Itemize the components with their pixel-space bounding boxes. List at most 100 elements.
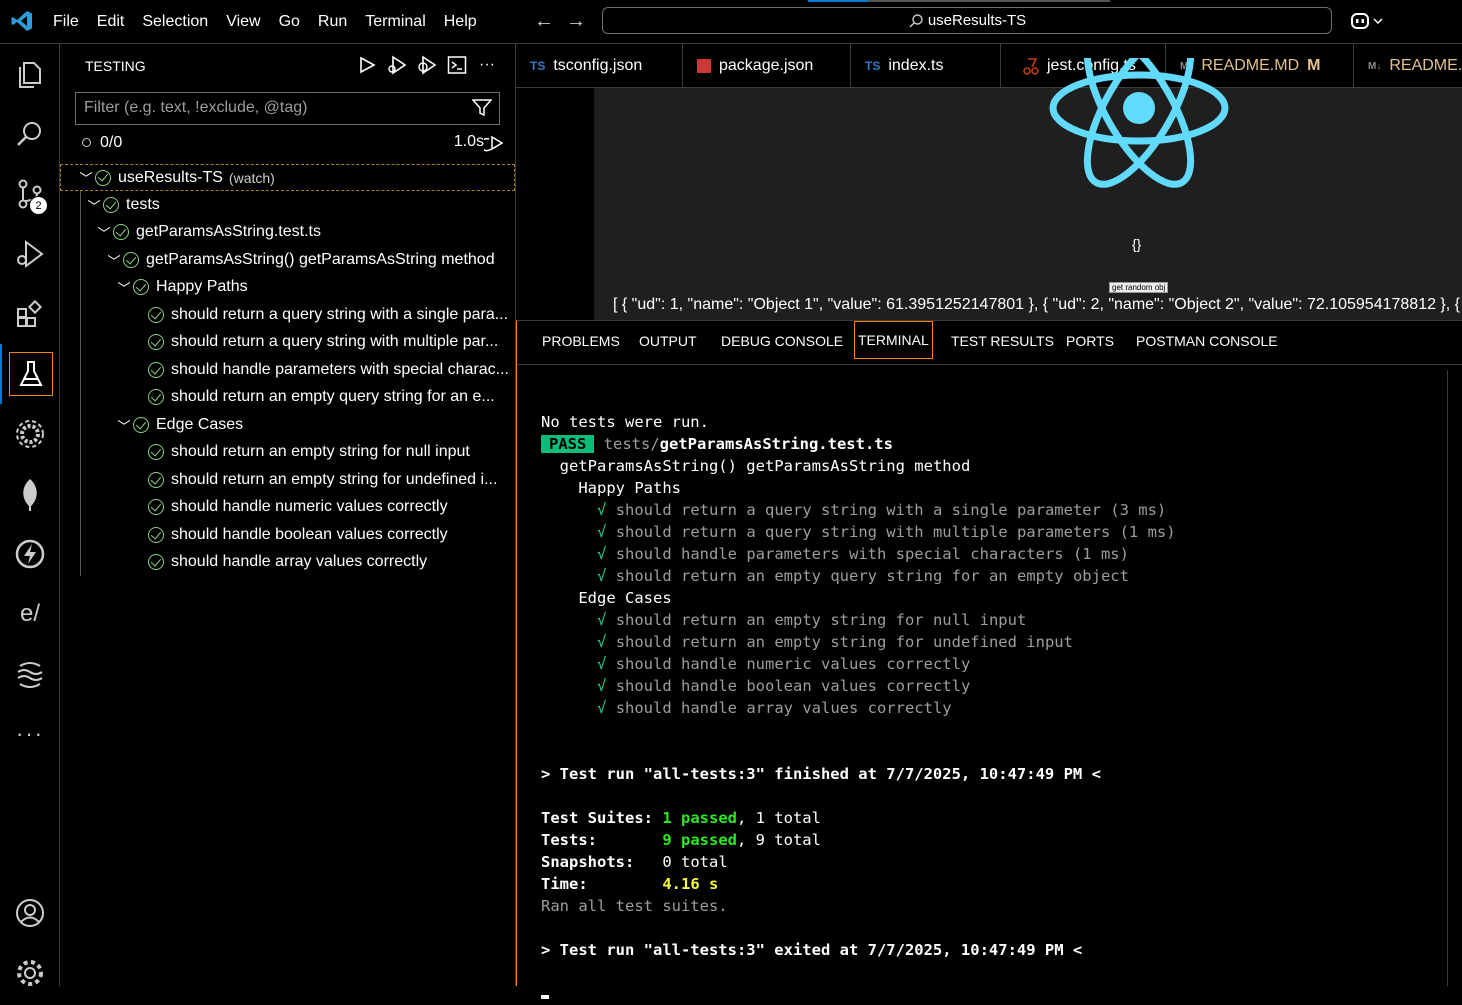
- rerun-icon[interactable]: [484, 133, 506, 153]
- tree-item-happy-paths[interactable]: ﹀ Happy Paths: [115, 274, 247, 300]
- settings-gear-icon[interactable]: [0, 943, 60, 1003]
- filter-placeholder: Filter (e.g. text, !exclude, @tag): [84, 99, 308, 116]
- test-duration: 1.0s: [453, 133, 484, 150]
- debug-tests-icon[interactable]: [386, 54, 408, 76]
- coverage-tests-icon[interactable]: [416, 54, 438, 76]
- test-filter-input[interactable]: Filter (e.g. text, !exclude, @tag): [75, 92, 500, 125]
- tree-item-describe[interactable]: ﹀ getParamsAsString() getParamsAsString …: [105, 247, 495, 273]
- tree-test-item[interactable]: should handle numeric values correctly: [148, 494, 448, 520]
- menu-terminal[interactable]: Terminal: [356, 13, 434, 31]
- modified-status: M: [1307, 57, 1321, 74]
- tab-output[interactable]: OUTPUT: [639, 333, 697, 349]
- chevron-down-icon[interactable]: ﹀: [105, 251, 123, 270]
- tree-test-item[interactable]: should return a query string with multip…: [148, 329, 498, 355]
- tree-item-edge-cases[interactable]: ﹀ Edge Cases: [115, 412, 243, 438]
- get-random-obj-button[interactable]: get random obj: [1109, 282, 1169, 293]
- tab-ports[interactable]: PORTS: [1066, 333, 1114, 349]
- menu-selection[interactable]: Selection: [133, 13, 217, 31]
- chevron-down-icon[interactable]: ﹀: [95, 223, 113, 242]
- passed-icon: [103, 197, 119, 213]
- watch-tag: (watch): [228, 169, 275, 186]
- more-icon[interactable]: ···: [0, 704, 60, 764]
- more-actions-icon[interactable]: ···: [476, 54, 498, 76]
- menu-file[interactable]: File: [44, 13, 88, 31]
- source-control-icon[interactable]: [0, 164, 60, 224]
- tree-test-item[interactable]: should handle parameters with special ch…: [148, 357, 509, 383]
- tree-test-item[interactable]: should return an empty string for null i…: [148, 439, 470, 465]
- tab-package-json[interactable]: npm package.json: [683, 44, 851, 88]
- result-line: should handle parameters with special ch…: [615, 545, 1129, 563]
- tree-item-test-file[interactable]: ﹀ getParamsAsString.test.ts: [95, 219, 320, 245]
- test-label: should return a query string with multip…: [171, 333, 499, 350]
- terminal-output-icon[interactable]: [446, 54, 468, 76]
- filter-icon[interactable]: [472, 99, 492, 117]
- tree-test-item[interactable]: should return a query string with a sing…: [148, 302, 508, 328]
- mongodb-leaf-icon[interactable]: [0, 464, 60, 524]
- tab-problems[interactable]: PROBLEMS: [542, 333, 620, 349]
- run-debug-icon[interactable]: [0, 224, 60, 284]
- chevron-down-icon[interactable]: ﹀: [115, 278, 133, 297]
- tree-describe-label: getParamsAsString() getParamsAsString me…: [146, 251, 495, 268]
- run-tests-icon[interactable]: [356, 54, 378, 76]
- no-tests-line: No tests were run.: [541, 413, 709, 431]
- explorer-icon[interactable]: [0, 44, 60, 104]
- tree-item-root[interactable]: ﹀ useResults-TS (watch): [60, 164, 515, 191]
- copilot-icon[interactable]: [1350, 11, 1384, 36]
- passed-icon: [133, 279, 149, 295]
- tree-test-item[interactable]: should return an empty query string for …: [148, 384, 495, 410]
- test-label: should handle parameters with special ch…: [171, 361, 509, 378]
- test-path-file: getParamsAsString.test.ts: [659, 435, 893, 453]
- menu-edit[interactable]: Edit: [88, 13, 134, 31]
- testing-icon[interactable]: [0, 344, 60, 404]
- tab-index-ts[interactable]: TS index.ts: [851, 44, 1001, 88]
- wave-icon[interactable]: [0, 644, 60, 704]
- tab-tsconfig[interactable]: TS tsconfig.json: [516, 44, 683, 88]
- tree-test-item[interactable]: should handle array values correctly: [148, 549, 427, 575]
- chevron-down-icon[interactable]: ﹀: [115, 416, 133, 435]
- menu-run[interactable]: Run: [309, 13, 356, 31]
- check-mark-icon: √: [597, 699, 607, 717]
- menu-view[interactable]: View: [217, 13, 269, 31]
- forward-arrow-icon[interactable]: →: [566, 10, 586, 33]
- thunder-client-icon[interactable]: [0, 524, 60, 584]
- command-center-search[interactable]: useResults-TS: [602, 7, 1332, 34]
- passed-icon: [148, 307, 164, 323]
- suites-label: Test Suites:: [541, 809, 653, 827]
- gear-burst-icon[interactable]: [0, 404, 60, 464]
- result-line: should return an empty string for null i…: [615, 611, 1027, 629]
- extensions-icon[interactable]: [0, 284, 60, 344]
- tab-terminal[interactable]: TERMINAL: [854, 321, 933, 359]
- menu-go[interactable]: Go: [270, 13, 309, 31]
- tab-debug-console[interactable]: DEBUG CONSOLE: [721, 333, 843, 349]
- tree-test-item[interactable]: should handle boolean values correctly: [148, 522, 448, 548]
- menu-help[interactable]: Help: [435, 13, 486, 31]
- test-label: should handle boolean values correctly: [171, 526, 448, 543]
- tree-test-item[interactable]: should return an empty string for undefi…: [148, 467, 497, 493]
- terminal-scrollbar[interactable]: [1447, 370, 1448, 986]
- edge-devtools-icon[interactable]: e/: [0, 584, 60, 644]
- passed-icon: [148, 472, 164, 488]
- account-icon[interactable]: [0, 883, 60, 943]
- search-icon[interactable]: [0, 104, 60, 164]
- exited-line: > Test run "all-tests:3" exited at 7/7/2…: [541, 941, 1083, 959]
- tree-item-tests-folder[interactable]: ﹀ tests: [85, 192, 159, 218]
- json-output: [ { "ud": 1, "name": "Object 1", "value"…: [613, 296, 1461, 313]
- tab-test-results[interactable]: TEST RESULTS: [951, 333, 1054, 349]
- passed-icon: [148, 554, 164, 570]
- check-mark-icon: √: [597, 501, 607, 519]
- terminal-output[interactable]: No tests were run. PASS tests/getParamsA…: [541, 411, 1176, 1005]
- chevron-down-icon[interactable]: ﹀: [77, 168, 95, 187]
- back-arrow-icon[interactable]: ←: [534, 10, 554, 33]
- passed-icon: [123, 252, 139, 268]
- test-count: 0/0: [100, 134, 123, 151]
- tab-postman-console[interactable]: POSTMAN CONSOLE: [1136, 333, 1278, 349]
- tests-total: , 9 total: [736, 831, 821, 849]
- passed-icon: [95, 169, 111, 186]
- chevron-down-icon[interactable]: ﹀: [85, 196, 103, 215]
- markdown-icon: M↓: [1368, 60, 1382, 72]
- tab-readme-2[interactable]: M↓ README.I: [1354, 44, 1462, 88]
- passed-icon: [148, 499, 164, 515]
- test-label: should handle numeric values correctly: [171, 498, 448, 515]
- snapshots-total: 0 total: [662, 853, 728, 871]
- vscode-logo-icon[interactable]: [10, 9, 34, 33]
